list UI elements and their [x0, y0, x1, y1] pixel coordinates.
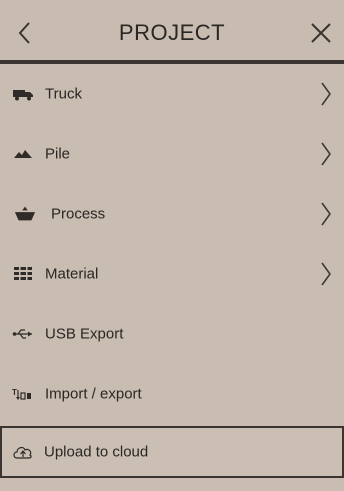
project-menu-screen: PROJECT Truck Pile Process Material USB …	[0, 0, 344, 491]
process-icon	[14, 205, 36, 223]
import-export-icon: T	[12, 385, 34, 403]
menu-item-label: Process	[51, 205, 106, 223]
truck-icon	[12, 85, 34, 103]
header-bar: PROJECT	[0, 0, 344, 64]
close-icon[interactable]	[306, 18, 336, 48]
menu-item-label: Upload to cloud	[44, 443, 149, 461]
menu-item-import-export[interactable]: T Import / export	[0, 364, 344, 424]
chevron-right-icon	[321, 142, 331, 166]
page-title: PROJECT	[118, 20, 226, 45]
menu-item-truck[interactable]: Truck	[0, 64, 344, 124]
chevron-right-icon	[321, 82, 331, 106]
menu-item-usb-export[interactable]: USB Export	[0, 304, 344, 364]
cloud-upload-icon	[12, 443, 34, 461]
menu-item-label: Import / export	[45, 385, 142, 403]
usb-icon	[12, 325, 34, 343]
menu-item-upload-to-cloud[interactable]: Upload to cloud	[0, 426, 344, 478]
menu-item-pile[interactable]: Pile	[0, 124, 344, 184]
pile-icon	[12, 145, 34, 163]
menu-item-process[interactable]: Process	[0, 184, 344, 244]
menu-item-label: Material	[45, 265, 99, 283]
svg-text:T: T	[12, 388, 17, 397]
project-menu-list: Truck Pile Process Material USB Export T…	[0, 64, 344, 478]
menu-item-material[interactable]: Material	[0, 244, 344, 304]
menu-item-label: USB Export	[45, 325, 124, 343]
menu-item-label: Truck	[45, 85, 82, 103]
chevron-right-icon	[321, 262, 331, 286]
menu-item-label: Pile	[45, 145, 71, 163]
chevron-right-icon	[321, 202, 331, 226]
material-icon	[12, 265, 34, 283]
